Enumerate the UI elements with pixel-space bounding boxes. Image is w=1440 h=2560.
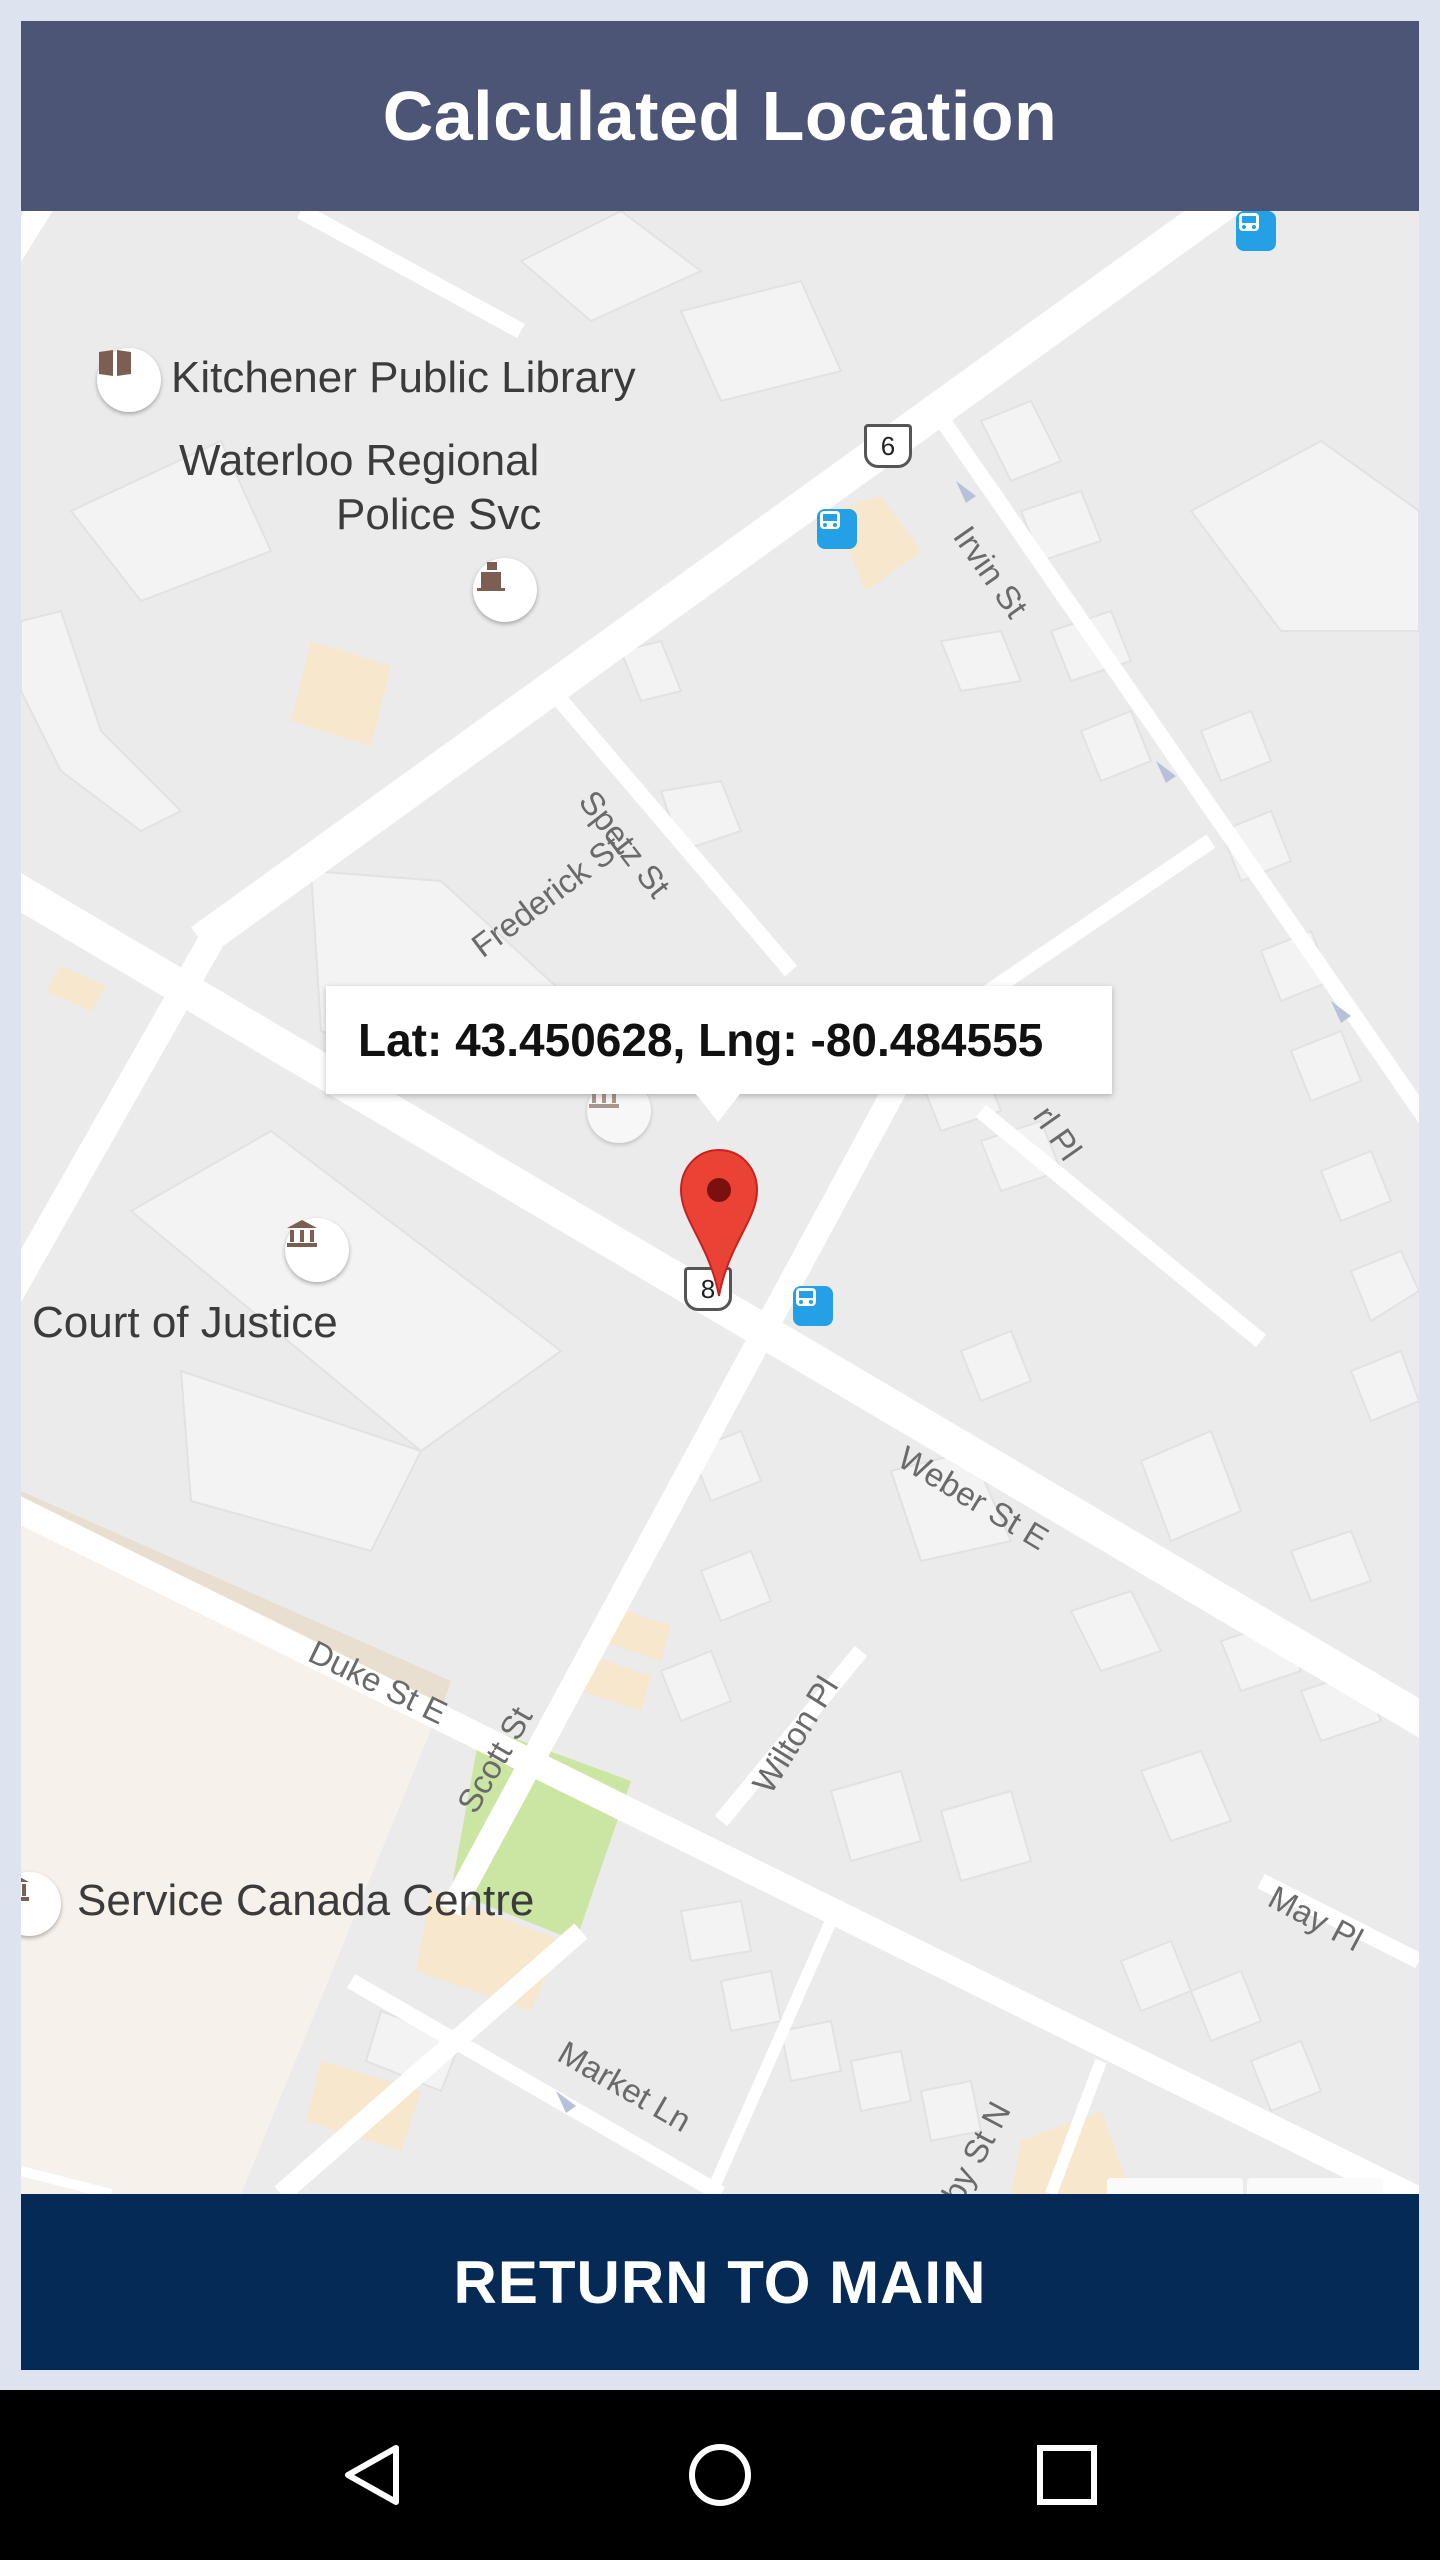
location-info-window[interactable]: Lat: 43.450628, Lng: -80.484555 bbox=[326, 986, 1112, 1122]
service-canada-label: Service Canada Centre bbox=[77, 1876, 535, 1925]
bus-stop-icon[interactable] bbox=[793, 1286, 833, 1326]
police-icon[interactable] bbox=[473, 558, 537, 622]
library-label: Kitchener Public Library bbox=[171, 353, 636, 402]
system-navigation-bar bbox=[0, 2390, 1440, 2560]
home-icon[interactable] bbox=[665, 2420, 775, 2530]
library-icon[interactable] bbox=[97, 348, 161, 412]
map-toolbar-button[interactable] bbox=[1107, 2178, 1243, 2194]
coordinates-text: Lat: 43.450628, Lng: -80.484555 bbox=[358, 1014, 1044, 1066]
court-icon[interactable] bbox=[285, 1218, 349, 1282]
app-header: Calculated Location bbox=[21, 21, 1419, 211]
police-label-line2: Police Svc bbox=[336, 490, 542, 539]
page-title: Calculated Location bbox=[382, 77, 1058, 155]
map-view[interactable]: Kitchener Public Library Waterloo Region… bbox=[21, 211, 1419, 2194]
return-button-label: RETURN TO MAIN bbox=[453, 2248, 987, 2316]
police-label-line1: Waterloo Regional bbox=[179, 436, 540, 485]
return-to-main-button[interactable]: RETURN TO MAIN bbox=[21, 2194, 1419, 2370]
bus-stop-icon[interactable] bbox=[1236, 211, 1276, 251]
back-icon[interactable] bbox=[318, 2420, 428, 2530]
map-toolbar-button[interactable] bbox=[1247, 2178, 1383, 2194]
route-shield: 6 bbox=[864, 424, 912, 468]
bus-stop-icon[interactable] bbox=[817, 509, 857, 549]
recents-icon[interactable] bbox=[1012, 2420, 1122, 2530]
court-label: Court of Justice bbox=[32, 1298, 338, 1347]
